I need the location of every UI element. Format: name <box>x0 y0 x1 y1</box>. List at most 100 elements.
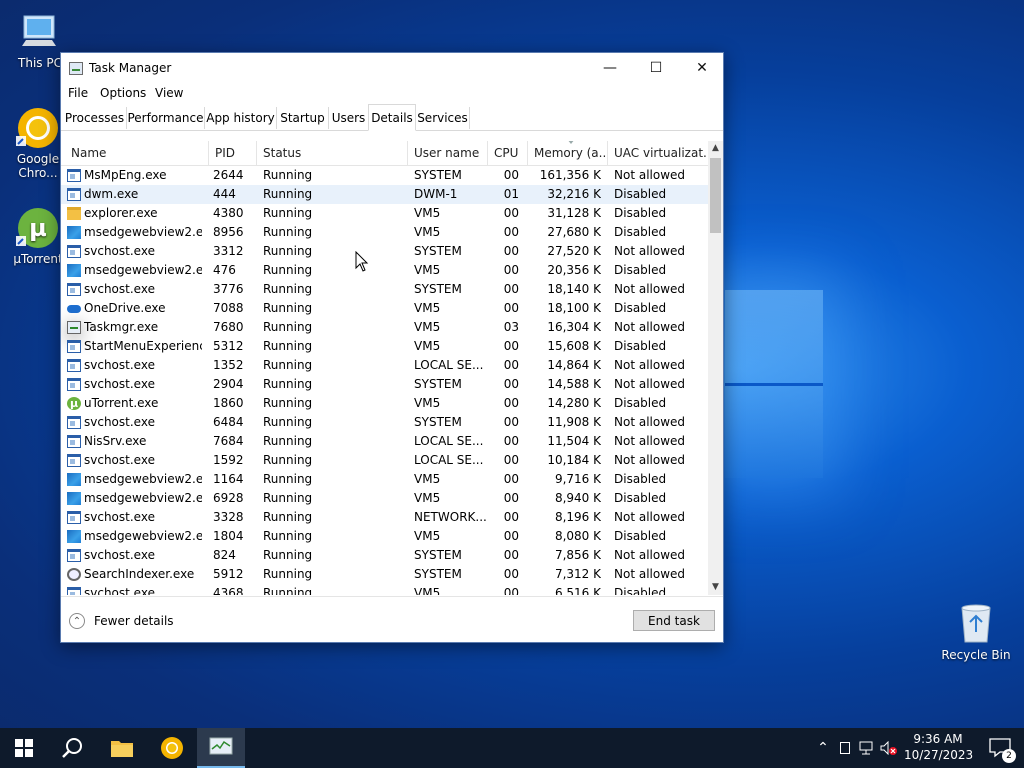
table-row[interactable]: msedgewebview2.exe 476 Running VM5 00 20,356 … <box>61 261 708 280</box>
process-name-cell: msedgewebview2.exe <box>84 472 202 486</box>
scrollbar-thumb[interactable] <box>710 158 721 233</box>
table-row[interactable]: svchost.exe 824 Running SYSTEM 00 7,856 K Not … <box>61 546 708 565</box>
process-name-cell: StartMenuExperienc... <box>84 339 202 353</box>
uac-virtualization-cell: Not allowed <box>614 244 686 258</box>
user-name-cell: SYSTEM <box>414 548 462 562</box>
maximize-button[interactable]: ☐ <box>633 53 679 83</box>
taskbar-file-explorer[interactable] <box>98 728 146 768</box>
table-row[interactable]: uTorrent.exe 1860 Running VM5 00 14,280 K Disa… <box>61 394 708 413</box>
pid-cell: 7088 <box>213 301 244 315</box>
status-cell: Running <box>263 453 313 467</box>
table-row[interactable]: svchost.exe 3312 Running SYSTEM 00 27,520 K No… <box>61 242 708 261</box>
uac-virtualization-cell: Not allowed <box>614 453 686 467</box>
user-name-cell: VM5 <box>414 225 441 239</box>
column-header-cpu[interactable]: CPU <box>488 141 528 165</box>
table-row[interactable]: msedgewebview2.exe 1164 Running VM5 00 9,716 … <box>61 470 708 489</box>
table-row[interactable]: msedgewebview2.exe 6928 Running VM5 00 8,940 … <box>61 489 708 508</box>
table-row[interactable]: explorer.exe 4380 Running VM5 00 31,128 K Disa… <box>61 204 708 223</box>
cpu-cell: 00 <box>503 396 519 410</box>
column-header-name[interactable]: Name <box>65 141 209 165</box>
user-name-cell: LOCAL SE... <box>414 434 484 448</box>
start-button[interactable] <box>0 728 48 768</box>
system-clock[interactable]: 9:36 AM 10/27/2023 <box>904 731 973 763</box>
table-row[interactable]: svchost.exe 4368 Running VM5 00 6,516 K Disabl… <box>61 584 708 595</box>
network-icon[interactable] <box>856 741 878 755</box>
tab-users[interactable]: Users <box>329 107 369 129</box>
pid-cell: 1164 <box>213 472 244 486</box>
scroll-down-icon[interactable]: ▼ <box>708 580 723 595</box>
menu-view[interactable]: View <box>155 86 183 100</box>
table-row[interactable]: StartMenuExperienc... 5312 Running VM5 00 15,… <box>61 337 708 356</box>
app-process-icon <box>67 283 81 296</box>
table-row[interactable]: svchost.exe 1592 Running LOCAL SE... 00 10,18… <box>61 451 708 470</box>
status-cell: Running <box>263 377 313 391</box>
table-row[interactable]: SearchIndexer.exe 5912 Running SYSTEM 00 7,31… <box>61 565 708 584</box>
column-header-uac-virtualization[interactable]: UAC virtualizat... <box>608 141 708 165</box>
cpu-cell: 00 <box>503 510 519 524</box>
cloud-process-icon <box>67 302 81 315</box>
tablet-icon[interactable] <box>834 742 856 754</box>
taskbar: ⌃ 9:36 AM 10/27/2023 2 <box>0 728 1024 768</box>
user-name-cell: VM5 <box>414 339 441 353</box>
window-title: Task Manager <box>89 61 172 75</box>
scroll-up-icon[interactable]: ▲ <box>708 141 723 156</box>
table-row[interactable]: svchost.exe 1352 Running LOCAL SE... 00 14,86… <box>61 356 708 375</box>
uac-virtualization-cell: Not allowed <box>614 548 686 562</box>
status-cell: Running <box>263 415 313 429</box>
status-cell: Running <box>263 548 313 562</box>
cpu-cell: 00 <box>503 244 519 258</box>
tab-details[interactable]: Details <box>368 104 416 131</box>
table-row[interactable]: MsMpEng.exe 2644 Running SYSTEM 00 161,356 K N… <box>61 166 708 185</box>
memory-cell: 6,516 K <box>554 586 601 595</box>
column-header-pid[interactable]: PID <box>209 141 257 165</box>
column-header-user-name[interactable]: User name <box>408 141 488 165</box>
tab-app-history[interactable]: App history <box>205 107 277 129</box>
table-row[interactable]: svchost.exe 2904 Running SYSTEM 00 14,588 K No… <box>61 375 708 394</box>
taskbar-chrome[interactable] <box>148 728 196 768</box>
cpu-cell: 00 <box>503 168 519 182</box>
menu-file[interactable]: File <box>68 86 88 100</box>
fewer-details-button[interactable]: ⌃ Fewer details <box>69 613 174 629</box>
process-name-cell: svchost.exe <box>84 415 155 429</box>
column-header-status[interactable]: Status <box>257 141 408 165</box>
tab-performance[interactable]: Performance <box>127 107 205 129</box>
cpu-cell: 00 <box>503 434 519 448</box>
menu-options[interactable]: Options <box>100 86 146 100</box>
table-row[interactable]: svchost.exe 6484 Running SYSTEM 00 11,908 K No… <box>61 413 708 432</box>
chevron-up-icon[interactable]: ⌃ <box>812 740 834 756</box>
search-button[interactable] <box>48 728 96 768</box>
table-row[interactable]: svchost.exe 3776 Running SYSTEM 00 18,140 K No… <box>61 280 708 299</box>
pid-cell: 3776 <box>213 282 244 296</box>
table-row[interactable]: OneDrive.exe 7088 Running VM5 00 18,100 K Disa… <box>61 299 708 318</box>
minimize-button[interactable]: — <box>587 53 633 83</box>
memory-cell: 32,216 K <box>547 187 601 201</box>
folder-process-icon <box>67 207 81 220</box>
table-row[interactable]: msedgewebview2.exe 8956 Running VM5 00 27,680… <box>61 223 708 242</box>
app-process-icon <box>67 169 81 182</box>
status-cell: Running <box>263 206 313 220</box>
end-task-button[interactable]: End task <box>633 610 715 631</box>
process-name-cell: svchost.exe <box>84 510 155 524</box>
table-row[interactable]: Taskmgr.exe 7680 Running VM5 03 16,304 K Not a… <box>61 318 708 337</box>
volume-muted-icon[interactable] <box>878 741 900 755</box>
vertical-scrollbar[interactable]: ▲ ▼ <box>708 141 723 595</box>
minimize-icon: — <box>603 60 617 76</box>
ut-process-icon <box>67 394 81 413</box>
tab-startup[interactable]: Startup <box>277 107 329 129</box>
table-row[interactable]: NisSrv.exe 7684 Running LOCAL SE... 00 11,504… <box>61 432 708 451</box>
close-button[interactable]: ✕ <box>679 53 725 83</box>
user-name-cell: SYSTEM <box>414 244 462 258</box>
title-bar[interactable]: Task Manager — ☐ ✕ <box>61 53 723 83</box>
table-row[interactable]: dwm.exe 444 Running DWM-1 01 32,216 K Disabled <box>61 185 708 204</box>
column-header-memory[interactable]: Memory (a... <box>528 141 608 165</box>
desktop-icon-recycle-bin[interactable]: Recycle Bin <box>940 602 1012 662</box>
taskbar-task-manager[interactable] <box>197 728 245 768</box>
uac-virtualization-cell: Disabled <box>614 339 667 353</box>
tab-processes[interactable]: Processes <box>63 107 127 129</box>
table-row[interactable]: msedgewebview2.exe 1804 Running VM5 00 8,080 … <box>61 527 708 546</box>
user-name-cell: SYSTEM <box>414 377 462 391</box>
table-row[interactable]: svchost.exe 3328 Running NETWORK... 00 8,196 … <box>61 508 708 527</box>
tab-services[interactable]: Services <box>416 107 470 129</box>
uac-virtualization-cell: Disabled <box>614 263 667 277</box>
action-center-button[interactable]: 2 <box>976 728 1024 768</box>
